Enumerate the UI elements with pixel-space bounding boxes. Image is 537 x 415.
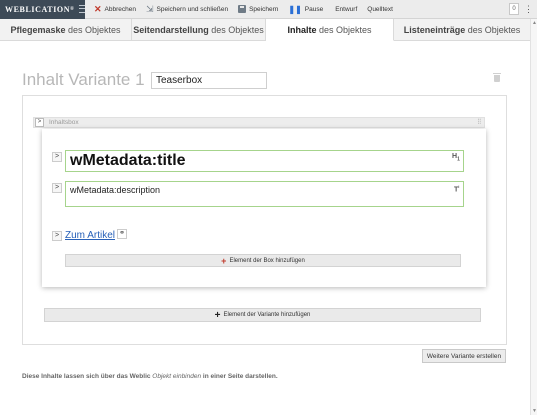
chain-link-icon[interactable]: ⚭ xyxy=(117,229,127,239)
add-variant-element-label: Element der Variante hinzufügen xyxy=(223,312,311,318)
add-box-element-button[interactable]: + Element der Box hinzufügen xyxy=(65,254,461,267)
save-and-close-button[interactable]: ⇲ Speichern und schließen xyxy=(141,0,233,19)
pause-label: Pause xyxy=(304,5,324,13)
save-button[interactable]: Speichern xyxy=(233,0,283,19)
content-box-label: Inhaltsbox xyxy=(49,119,79,126)
brand-registered-mark: ® xyxy=(70,6,75,12)
add-box-element-label: Element der Box hinzufügen xyxy=(229,257,305,264)
title-field[interactable]: wMetadata:title xyxy=(65,150,464,172)
pause-button[interactable]: ❚❚ Pause xyxy=(283,0,328,19)
footnote-text: Diese Inhalte lassen sich über das Webli… xyxy=(22,373,278,380)
add-variant-element-button[interactable]: + Element der Variante hinzufügen xyxy=(44,308,481,322)
source-button[interactable]: Quelltext xyxy=(362,0,398,19)
more-options-icon[interactable]: ⋮ xyxy=(524,3,533,15)
cancel-label: Abbrechen xyxy=(104,5,136,13)
hamburger-icon xyxy=(79,5,85,13)
new-variant-button[interactable]: Weitere Variante erstellen xyxy=(422,349,506,363)
article-link[interactable]: Zum Artikel xyxy=(65,230,115,241)
draft-button[interactable]: Entwurf xyxy=(330,0,362,19)
description-expand-icon[interactable]: > xyxy=(52,183,62,193)
save-label: Speichern xyxy=(249,5,279,13)
source-label: Quelltext xyxy=(367,5,393,13)
toolbar-right: 0 ⋮ xyxy=(509,3,533,15)
scroll-down-icon[interactable]: ▼ xyxy=(531,408,537,414)
plus-icon: + xyxy=(214,309,221,321)
box-expand-icon[interactable]: > xyxy=(35,118,44,127)
description-field[interactable]: wMetadata:description xyxy=(65,181,464,207)
scroll-up-icon[interactable]: ▲ xyxy=(531,20,537,26)
footnote-italic: Objekt einbinden xyxy=(152,373,202,380)
title-expand-icon[interactable]: > xyxy=(52,152,62,162)
cancel-button[interactable]: ✕ Abbrechen xyxy=(89,0,141,19)
text-format-icon[interactable]: Ti xyxy=(454,184,459,193)
tab-seitendarstellung-bold: Seitendarstellung xyxy=(133,25,209,35)
title-row-toggle-wrap: > xyxy=(52,152,64,162)
tab-seitendarstellung-rest: des Objektes xyxy=(208,25,264,35)
tab-inhalte-bold: Inhalte xyxy=(287,24,317,35)
settings-sliders-icon[interactable]: ⫶⫶ xyxy=(478,119,482,127)
link-row-toggle-wrap: > xyxy=(52,231,64,241)
brand-logo: Weblication xyxy=(5,4,71,14)
draft-label: Entwurf xyxy=(335,5,358,13)
vertical-scrollbar[interactable]: ▲ ▼ xyxy=(530,19,537,415)
pause-icon: ❚❚ xyxy=(288,4,302,14)
save-icon xyxy=(238,5,247,13)
tab-inhalte-rest: des Objektes xyxy=(316,24,372,35)
variant-name-input[interactable]: Teaserbox xyxy=(151,72,267,89)
variant-heading: Inhalt Variante 1 xyxy=(22,70,145,89)
footnote-end: in einer Seite darstellen. xyxy=(201,373,278,380)
plus-icon: + xyxy=(221,255,227,266)
save-close-icon: ⇲ xyxy=(146,3,154,14)
object-tabs: Pflegemaske des Objektes Seitendarstellu… xyxy=(0,19,530,41)
tab-pflegemaske-bold: Pflegemaske xyxy=(10,25,66,35)
trash-icon[interactable] xyxy=(493,73,501,82)
brand-menu-button[interactable]: Weblication ® xyxy=(0,0,85,19)
tab-listeneintraege[interactable]: Listeneinträge des Objektes xyxy=(394,19,530,41)
top-toolbar: Weblication ® ✕ Abbrechen ⇲ Speichern un… xyxy=(0,0,537,19)
heading-format-icon[interactable]: H1 xyxy=(452,153,460,162)
description-row-toggle-wrap: > xyxy=(52,183,64,193)
tab-listeneintraege-bold: Listeneinträge xyxy=(403,25,466,35)
cancel-icon: ✕ xyxy=(94,3,102,14)
link-expand-icon[interactable]: > xyxy=(52,231,62,241)
tab-listeneintraege-rest: des Objektes xyxy=(465,25,521,35)
tab-inhalte[interactable]: Inhalte des Objektes xyxy=(266,19,394,41)
content-box-bar[interactable]: > Inhaltsbox ⫶⫶ xyxy=(33,117,485,128)
notification-counter[interactable]: 0 xyxy=(509,3,519,15)
save-and-close-label: Speichern und schließen xyxy=(156,5,229,13)
footnote-start: Diese Inhalte lassen sich über das Webli… xyxy=(22,373,153,380)
tab-pflegemaske[interactable]: Pflegemaske des Objektes xyxy=(0,19,132,41)
tab-pflegemaske-rest: des Objektes xyxy=(65,25,121,35)
tab-seitendarstellung[interactable]: Seitendarstellung des Objektes xyxy=(132,19,266,41)
